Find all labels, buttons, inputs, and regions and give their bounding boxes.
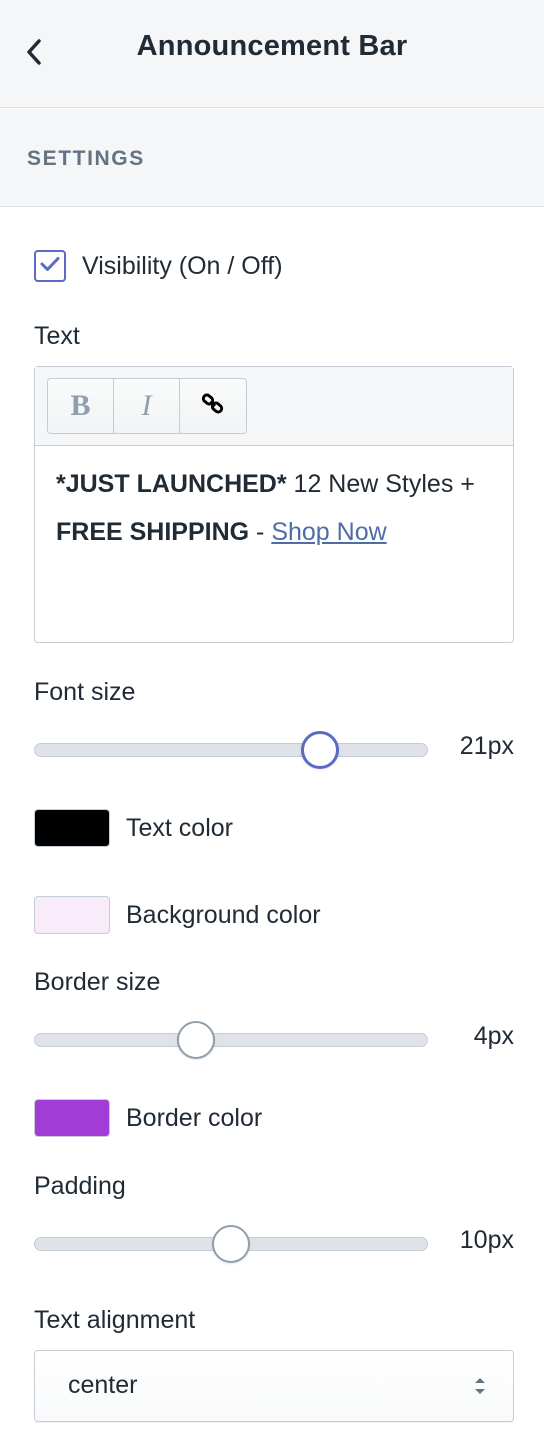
visibility-label: Visibility (On / Off) <box>82 251 283 280</box>
border-color-picker[interactable]: Border color <box>34 1099 262 1137</box>
panel-header: Announcement Bar <box>0 0 544 108</box>
shop-now-link[interactable]: Shop Now <box>271 518 386 546</box>
link-button[interactable] <box>180 379 246 433</box>
link-icon <box>200 391 226 422</box>
text-color-picker[interactable]: Text color <box>34 809 233 847</box>
bold-text-shipping: FREE SHIPPING <box>56 518 250 546</box>
plain-text-dash: - <box>249 518 272 546</box>
font-size-label: Font size <box>34 678 136 706</box>
visibility-checkbox[interactable] <box>34 250 66 282</box>
border-color-swatch[interactable] <box>34 1099 110 1137</box>
page-title: Announcement Bar <box>136 30 408 62</box>
border-size-slider-thumb[interactable] <box>176 1021 215 1059</box>
font-size-slider-thumb[interactable] <box>300 731 339 769</box>
plain-text-styles: 12 New Styles + <box>286 470 475 498</box>
text-alignment-label: Text alignment <box>34 1306 196 1334</box>
bold-icon: B <box>70 389 91 422</box>
italic-icon: I <box>141 389 152 422</box>
text-alignment-selected-value: center <box>68 1371 138 1399</box>
font-size-value: 21px <box>459 732 514 760</box>
padding-label: Padding <box>34 1172 126 1200</box>
background-color-swatch[interactable] <box>34 896 110 934</box>
settings-section-header: SETTINGS <box>0 109 544 207</box>
border-size-slider-track[interactable] <box>34 1033 428 1047</box>
border-size-slider: 4px <box>34 1018 514 1062</box>
padding-slider-thumb[interactable] <box>212 1225 250 1263</box>
border-color-label: Border color <box>126 1103 263 1132</box>
editor-content[interactable]: *JUST LAUNCHED* 12 New Styles + FREE SHI… <box>35 446 513 556</box>
border-size-value: 4px <box>473 1022 514 1050</box>
background-color-picker[interactable]: Background color <box>34 896 321 934</box>
text-color-swatch[interactable] <box>34 809 110 847</box>
section-title: SETTINGS <box>27 147 145 170</box>
text-color-label: Text color <box>126 813 233 842</box>
text-field-label: Text <box>34 322 80 350</box>
italic-button[interactable]: I <box>114 379 180 433</box>
font-size-slider-track[interactable] <box>34 743 428 757</box>
background-color-label: Background color <box>126 900 321 929</box>
rich-text-editor: B I *JUST LAUNCHED* 12 New Styles + FREE… <box>34 366 514 643</box>
editor-toolbar: B I <box>35 367 513 446</box>
bold-button[interactable]: B <box>48 379 114 433</box>
formatting-button-group: B I <box>47 378 247 434</box>
checkmark-icon <box>40 256 60 277</box>
border-size-label: Border size <box>34 968 161 996</box>
padding-value: 10px <box>459 1226 514 1254</box>
text-alignment-select[interactable]: center <box>34 1350 514 1422</box>
font-size-slider: 21px <box>34 728 514 772</box>
padding-slider: 10px <box>34 1222 514 1266</box>
bold-text-launched: *JUST LAUNCHED* <box>56 470 287 498</box>
select-arrows-icon <box>473 1375 487 1402</box>
visibility-checkbox-row[interactable]: Visibility (On / Off) <box>34 250 283 282</box>
